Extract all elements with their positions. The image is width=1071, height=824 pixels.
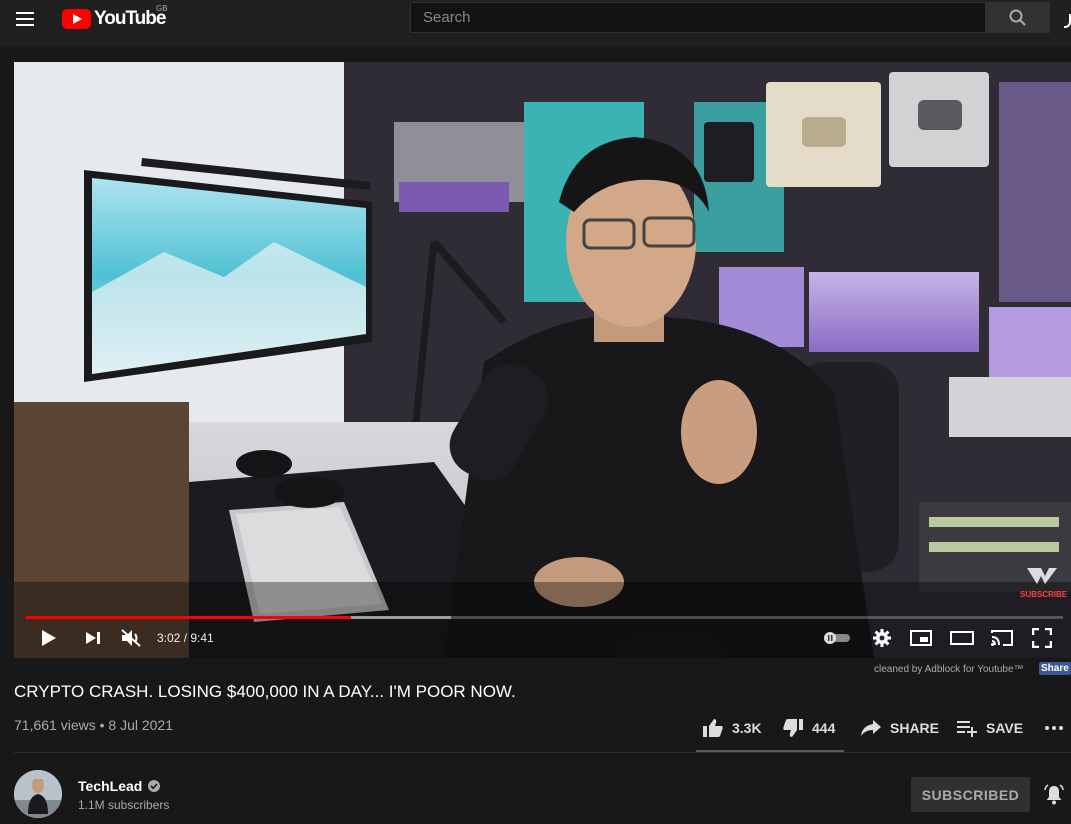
video-title: CRYPTO CRASH. LOSING $400,000 IN A DAY..…	[14, 682, 516, 701]
dislike-count: 444	[812, 720, 836, 736]
bell-icon	[1044, 784, 1064, 805]
dislike-button[interactable]: 444	[782, 716, 835, 740]
watermark-text: SUBSCRIBE	[1020, 590, 1068, 599]
youtube-play-icon	[62, 9, 91, 29]
save-button[interactable]: SAVE	[956, 716, 1023, 740]
settings-button[interactable]	[870, 626, 894, 650]
logo-text: YouTube	[94, 8, 166, 29]
hamburger-menu-icon[interactable]	[16, 12, 36, 28]
more-horiz-icon	[1045, 726, 1063, 730]
truncated-icon	[1064, 14, 1071, 28]
time-display: 3:02 / 9:41	[157, 631, 214, 645]
notification-bell-button[interactable]	[1043, 784, 1065, 806]
subscriber-count: 1.1M subscribers	[78, 798, 170, 812]
theater-icon	[950, 631, 974, 645]
more-actions-button[interactable]	[1044, 716, 1064, 740]
autoplay-toggle-icon	[824, 632, 850, 644]
view-count-date: 71,661 views • 8 Jul 2021	[14, 717, 174, 733]
adblock-notice: cleaned by Adblock for Youtube™	[874, 664, 1024, 675]
mute-icon	[121, 629, 141, 647]
region-label: GB	[156, 4, 168, 13]
avatar-image	[14, 770, 62, 818]
next-icon	[86, 632, 100, 644]
theater-mode-button[interactable]	[948, 626, 976, 650]
play-button[interactable]	[38, 626, 60, 650]
share-button[interactable]: SHARE	[860, 716, 939, 740]
channel-name-link[interactable]: TechLead	[78, 778, 161, 794]
progress-bar[interactable]	[26, 616, 1063, 619]
settings-icon	[873, 629, 891, 647]
subscribed-button[interactable]: SUBSCRIBED	[911, 777, 1030, 812]
next-button[interactable]	[82, 626, 104, 650]
share-icon	[861, 720, 881, 736]
thumbs-up-icon	[703, 719, 723, 737]
fullscreen-icon	[1032, 628, 1052, 648]
miniplayer-icon	[910, 630, 932, 646]
like-button[interactable]: 3.3K	[702, 716, 762, 740]
verified-check-icon	[148, 780, 161, 792]
cast-icon	[991, 630, 1013, 646]
autoplay-toggle[interactable]	[822, 626, 852, 650]
channel-logo-icon	[1027, 568, 1057, 584]
search-icon	[1009, 9, 1026, 26]
search-input[interactable]: Search	[410, 2, 986, 33]
search-button[interactable]	[986, 2, 1050, 33]
video-player[interactable]: SUBSCRIBE 3:02 / 9:41	[14, 62, 1071, 658]
thumbs-down-icon	[783, 719, 803, 737]
channel-avatar[interactable]	[14, 770, 62, 818]
fullscreen-button[interactable]	[1030, 626, 1054, 650]
channel-name: TechLead	[78, 778, 143, 794]
progress-played	[26, 616, 351, 619]
save-label: SAVE	[986, 720, 1024, 736]
miniplayer-button[interactable]	[908, 626, 934, 650]
adblock-share-button[interactable]: Share	[1039, 662, 1071, 675]
play-icon	[42, 630, 56, 646]
mute-button[interactable]	[118, 626, 144, 650]
top-bar: YouTube GB Search	[0, 0, 1071, 46]
share-label: SHARE	[890, 720, 940, 736]
playlist-add-icon	[957, 721, 977, 737]
video-frame	[14, 62, 1071, 658]
divider	[14, 752, 1071, 753]
cast-button[interactable]	[988, 626, 1016, 650]
youtube-logo[interactable]: YouTube	[62, 8, 166, 30]
like-count: 3.3K	[732, 720, 762, 736]
subscribe-watermark[interactable]: SUBSCRIBE	[1020, 568, 1068, 599]
